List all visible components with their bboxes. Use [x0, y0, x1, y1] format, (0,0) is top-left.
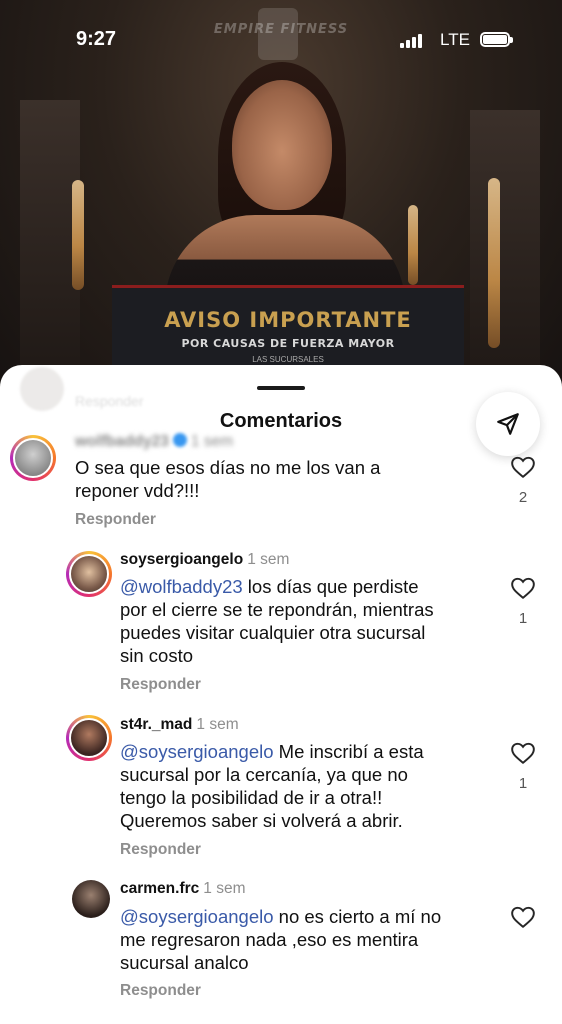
comment-text: @soysergioangelo no es cierto a mí no me… — [120, 905, 441, 974]
verified-badge-icon — [172, 433, 187, 447]
comment-line: Me inscribí a esta — [273, 741, 424, 762]
gym-rack-right — [470, 110, 540, 400]
light-strip-left — [72, 180, 84, 290]
like-count: 1 — [518, 610, 528, 627]
heart-icon[interactable] — [510, 576, 536, 600]
reply-button[interactable]: Responder — [120, 841, 201, 859]
signal-icon — [400, 32, 422, 48]
username-text: carmen.frc — [120, 880, 200, 897]
username-text: soysergioangelo — [120, 551, 244, 568]
comment-line: sin costo — [120, 645, 194, 666]
comment-line: por el cierre se te repondrán, mientras — [120, 599, 434, 620]
reply-button[interactable]: Responder — [120, 982, 201, 1000]
network-label: LTE — [440, 30, 470, 49]
comment-line: sucursal por la cercanía, ya que no — [120, 764, 408, 785]
comment-time: 1 sem — [247, 551, 290, 568]
sign-title: AVISO IMPORTANTE — [164, 308, 412, 332]
comment-line: no es cierto a mí no — [273, 906, 442, 927]
reply-item: soysergioangelo 1 sem @wolfbaddy23 los dí… — [0, 545, 562, 705]
reply-item: st4r._mad 1 sem @soysergioangelo Me inscr… — [0, 711, 562, 871]
heart-icon[interactable] — [510, 455, 536, 479]
mention-link[interactable]: @soysergioangelo — [120, 741, 274, 762]
avatar[interactable] — [72, 880, 110, 918]
comment-line: O sea que esos días no me los van a — [75, 457, 381, 478]
faded-reply-label: Responder — [75, 393, 144, 409]
comment-line: los días que perdiste — [242, 576, 419, 597]
reply-button[interactable]: Responder — [75, 511, 156, 529]
sign-subtitle: POR CAUSAS DE FUERZA MAYOR — [181, 337, 395, 350]
comment-username[interactable]: carmen.frc 1 sem — [120, 880, 245, 898]
gym-rack-left — [20, 100, 80, 400]
comments-sheet: Responder Comentarios wolfbaddy23 1 sem O… — [0, 365, 562, 1024]
notice-sign: AVISO IMPORTANTE POR CAUSAS DE FUERZA MA… — [112, 285, 464, 375]
comment-line: me regresaron nada ,eso es mentira — [120, 929, 419, 950]
mention-link[interactable]: @soysergioangelo — [120, 906, 274, 927]
like-count: 2 — [518, 489, 528, 506]
person-face — [232, 80, 332, 210]
comment-line: puedes visitar cualquier otra sucursal — [120, 622, 426, 643]
avatar[interactable] — [66, 551, 112, 597]
status-bar: 9:27 LTE — [0, 0, 562, 70]
avatar[interactable] — [10, 435, 56, 481]
username-text: st4r._mad — [120, 716, 193, 733]
comment-username[interactable]: st4r._mad 1 sem — [120, 716, 239, 734]
light-strip-right — [488, 178, 500, 348]
avatar[interactable] — [66, 715, 112, 761]
username-text: wolfbaddy23 — [75, 433, 169, 450]
sign-line: LAS SUCURSALES — [252, 355, 324, 364]
comment-line: tengo la posibilidad de ir a otra!! — [120, 787, 383, 808]
comment-time: 1 sem — [196, 716, 239, 733]
sheet-drag-handle[interactable] — [257, 386, 305, 390]
heart-icon[interactable] — [510, 741, 536, 765]
battery-icon — [480, 32, 513, 47]
comment-time: 1 sem — [203, 880, 246, 897]
comment-time: 1 sem — [190, 433, 234, 450]
comment-username[interactable]: soysergioangelo 1 sem — [120, 551, 289, 569]
faded-avatar — [20, 367, 64, 411]
status-time: 9:27 — [76, 28, 117, 50]
light-strip-mid — [408, 205, 418, 285]
mention-link[interactable]: @wolfbaddy23 — [120, 576, 243, 597]
comment-text: @wolfbaddy23 los días que perdiste por e… — [120, 575, 434, 667]
comment-item: wolfbaddy23 1 sem O sea que esos días no … — [0, 425, 562, 535]
reply-item: carmen.frc 1 sem @soysergioangelo no es c… — [0, 877, 562, 1017]
comment-text: O sea que esos días no me los van a repo… — [75, 456, 380, 502]
comment-line: reponer vdd?!!! — [75, 480, 200, 501]
comment-line: Queremos saber si volverá a abrir. — [120, 810, 403, 831]
comment-text: @soysergioangelo Me inscribí a esta sucu… — [120, 740, 424, 832]
comment-username[interactable]: wolfbaddy23 1 sem — [75, 433, 233, 451]
reply-button[interactable]: Responder — [120, 676, 201, 694]
heart-icon[interactable] — [510, 905, 536, 929]
like-count: 1 — [518, 775, 528, 792]
comment-line: sucursal analco — [120, 952, 249, 973]
